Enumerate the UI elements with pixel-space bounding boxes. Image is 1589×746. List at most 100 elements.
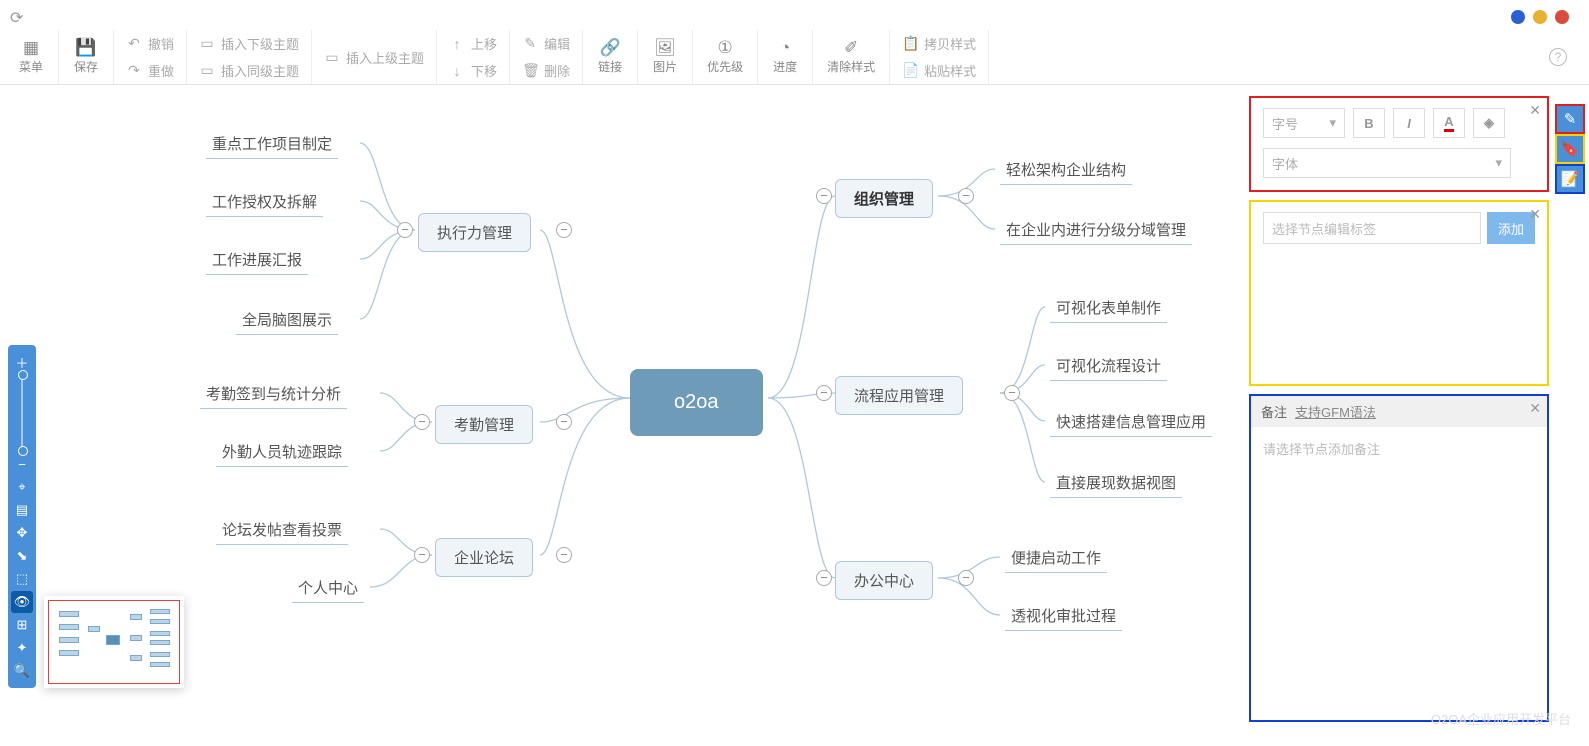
zoom-out-icon[interactable]: −: [11, 453, 33, 475]
toggle-icon[interactable]: −: [556, 414, 572, 430]
copy-style-button[interactable]: 📋拷贝样式: [898, 32, 980, 55]
tag-input[interactable]: 选择节点编辑标签: [1263, 212, 1481, 244]
toggle-icon[interactable]: −: [958, 570, 974, 586]
undo-label: 撤销: [148, 34, 174, 53]
edit-button[interactable]: ✎编辑: [518, 32, 574, 55]
branch-attendance[interactable]: 考勤管理: [435, 405, 533, 444]
preview-icon[interactable]: 👁: [11, 591, 33, 613]
insert-child-button[interactable]: ▭插入下级主题: [195, 32, 303, 55]
zoom-slider[interactable]: [21, 376, 23, 450]
minimap[interactable]: [44, 596, 184, 688]
toggle-icon[interactable]: −: [958, 188, 974, 204]
priority-button[interactable]: ①优先级: [701, 35, 749, 79]
menu-button[interactable]: ▦菜单: [12, 35, 50, 79]
search-icon[interactable]: 🔍: [11, 660, 33, 682]
fit-icon[interactable]: ⬊: [11, 545, 33, 567]
leaf-node[interactable]: 轻松架构企业结构: [1000, 155, 1132, 185]
refresh-icon[interactable]: ⟳: [10, 8, 23, 28]
close-icon[interactable]: ✕: [1529, 400, 1541, 417]
font-size-select[interactable]: 字号▾: [1263, 108, 1345, 138]
fill-color-button[interactable]: ◈: [1473, 108, 1505, 138]
branch-process[interactable]: 流程应用管理: [835, 376, 963, 415]
locate-icon[interactable]: ⌖: [11, 476, 33, 498]
move-down-button[interactable]: ↓下移: [445, 59, 501, 82]
leaf-node[interactable]: 快速搭建信息管理应用: [1050, 407, 1212, 437]
remark-body[interactable]: 请选择节点添加备注: [1251, 427, 1547, 470]
toggle-icon[interactable]: −: [556, 547, 572, 563]
toggle-icon[interactable]: −: [816, 188, 832, 204]
leaf-node[interactable]: 可视化表单制作: [1050, 293, 1167, 323]
leaf-label: 在企业内进行分级分域管理: [1006, 222, 1186, 239]
tab-note-icon[interactable]: 📝: [1555, 164, 1585, 194]
branch-org[interactable]: 组织管理: [835, 179, 933, 218]
undo-button[interactable]: ↶撤销: [122, 32, 178, 55]
leaf-node[interactable]: 个人中心: [292, 573, 364, 603]
link-button[interactable]: 🔗链接: [591, 35, 629, 79]
toggle-icon[interactable]: −: [816, 570, 832, 586]
delete-label: 删除: [544, 61, 570, 80]
layout-icon[interactable]: ▤: [11, 499, 33, 521]
branch-execution[interactable]: 执行力管理: [418, 213, 531, 252]
toggle-icon[interactable]: −: [397, 222, 413, 238]
leaf-node[interactable]: 重点工作项目制定: [206, 129, 338, 159]
window-maximize[interactable]: [1555, 10, 1569, 24]
progress-button[interactable]: ◔进度: [766, 35, 804, 79]
tab-style-icon[interactable]: ✎: [1555, 104, 1585, 134]
magic-icon[interactable]: ✦: [11, 637, 33, 659]
tag-placeholder: 选择节点编辑标签: [1272, 219, 1376, 238]
leaf-node[interactable]: 考勤签到与统计分析: [200, 379, 347, 409]
font-color-button[interactable]: A: [1433, 108, 1465, 138]
toggle-icon[interactable]: −: [414, 414, 430, 430]
leaf-node[interactable]: 工作进展汇报: [206, 245, 308, 275]
toggle-icon[interactable]: −: [414, 547, 430, 563]
delete-button[interactable]: 🗑删除: [518, 59, 574, 82]
help-button[interactable]: ?: [1549, 48, 1567, 66]
insert-child-label: 插入下级主题: [221, 34, 299, 53]
image-button[interactable]: 🖼图片: [646, 35, 684, 79]
select-icon[interactable]: ⬚: [11, 568, 33, 590]
branch-office[interactable]: 办公中心: [835, 561, 933, 600]
toggle-icon[interactable]: −: [556, 222, 572, 238]
side-tabs: ✎ 🔖 📝: [1555, 104, 1585, 194]
toggle-icon[interactable]: −: [816, 385, 832, 401]
leaf-label: 可视化表单制作: [1056, 300, 1161, 317]
leaf-node[interactable]: 全局脑图展示: [236, 305, 338, 335]
leaf-label: 重点工作项目制定: [212, 136, 332, 153]
paste-style-button[interactable]: 📄粘贴样式: [898, 59, 980, 82]
leaf-node[interactable]: 直接展现数据视图: [1050, 468, 1182, 498]
tag-add-button[interactable]: 添加: [1487, 212, 1535, 244]
bold-button[interactable]: B: [1353, 108, 1385, 138]
leaf-node[interactable]: 在企业内进行分级分域管理: [1000, 215, 1192, 245]
leaf-node[interactable]: 外勤人员轨迹跟踪: [216, 437, 348, 467]
italic-button[interactable]: I: [1393, 108, 1425, 138]
save-button[interactable]: 💾保存: [67, 35, 105, 79]
leaf-node[interactable]: 透视化审批过程: [1005, 601, 1122, 631]
leaf-node[interactable]: 可视化流程设计: [1050, 351, 1167, 381]
clear-style-button[interactable]: ✐清除样式: [821, 35, 881, 79]
remark-panel: ✕ 备注 支持GFM语法 请选择节点添加备注: [1249, 394, 1549, 722]
leaf-node[interactable]: 便捷启动工作: [1005, 543, 1107, 573]
font-family-select[interactable]: 字体▾: [1263, 148, 1511, 178]
window-minimize[interactable]: [1533, 10, 1547, 24]
insert-parent-button[interactable]: ▭插入上级主题: [320, 30, 428, 84]
structure-icon[interactable]: ⊞: [11, 614, 33, 636]
move-icon[interactable]: ✥: [11, 522, 33, 544]
insert-sibling-button[interactable]: ▭插入同级主题: [195, 59, 303, 82]
leaf-label: 快速搭建信息管理应用: [1056, 414, 1206, 431]
leaf-label: 可视化流程设计: [1056, 358, 1161, 375]
close-icon[interactable]: ✕: [1529, 102, 1541, 119]
close-icon[interactable]: ✕: [1529, 206, 1541, 223]
leaf-node[interactable]: 论坛发帖查看投票: [216, 515, 348, 545]
branch-label: 组织管理: [854, 191, 914, 208]
leaf-node[interactable]: 工作授权及拆解: [206, 187, 323, 217]
link-label: 链接: [598, 58, 622, 75]
move-up-button[interactable]: ↑上移: [445, 32, 501, 55]
pastestyle-label: 粘贴样式: [924, 61, 976, 80]
window-close[interactable]: [1511, 10, 1525, 24]
branch-bbs[interactable]: 企业论坛: [435, 538, 533, 577]
redo-button[interactable]: ↷重做: [122, 59, 178, 82]
root-node[interactable]: o2oa: [630, 369, 763, 436]
tab-tag-icon[interactable]: 🔖: [1555, 134, 1585, 164]
gfm-link[interactable]: 支持GFM语法: [1295, 402, 1376, 421]
toggle-icon[interactable]: −: [1004, 385, 1020, 401]
